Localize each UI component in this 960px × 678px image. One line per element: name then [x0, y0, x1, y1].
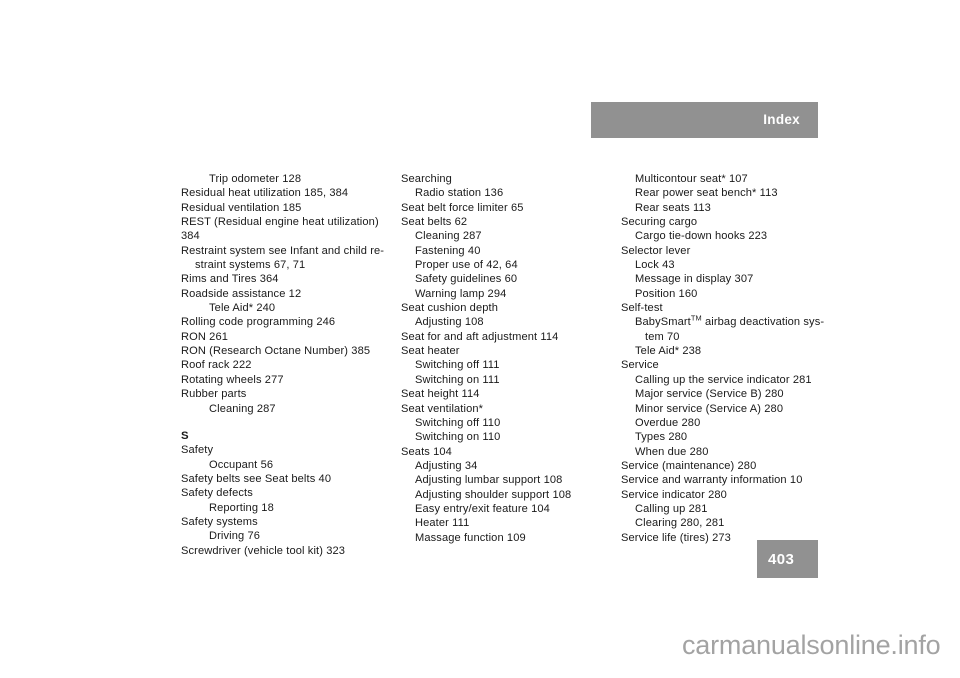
index-entry: Calling up the service indicator 281 [635, 373, 812, 386]
index-entry: Cleaning 287 [209, 402, 276, 415]
index-entry: Adjusting 34 [415, 459, 478, 472]
index-entry: Radio station 136 [415, 187, 504, 200]
index-entry: Switching on 110 [415, 431, 501, 444]
index-entry: Calling up 281 [635, 502, 708, 515]
entry-text-continued: airbag deactivation sys- [701, 316, 825, 329]
index-entry: Switching off 111 [415, 359, 500, 372]
index-entry: Major service (Service B) 280 [635, 388, 784, 401]
index-entry: Searching [401, 173, 452, 185]
index-entry: Types 280 [635, 431, 688, 444]
index-header-tab: Index [591, 102, 818, 138]
index-entry: Residual heat utilization 185, 384 [181, 187, 349, 200]
index-entry: Rolling code programming 246 [181, 316, 336, 329]
index-entry: Heater 111 [415, 517, 470, 530]
index-entry: Trip odometer 128 [209, 173, 302, 185]
index-entry: Easy entry/exit feature 104 [415, 502, 550, 515]
index-entry: Screwdriver (vehicle tool kit) 323 [181, 544, 346, 557]
index-entry: Selector lever [621, 244, 691, 257]
index-entry: Tele Aid* 240 [209, 302, 276, 315]
index-entry: Occupant 56 [209, 458, 274, 471]
index-entry: When due 280 [635, 445, 709, 458]
index-entry: Roof rack 222 [181, 359, 252, 372]
index-entry: Safety guidelines 60 [415, 273, 518, 286]
index-entry: Seat cushion depth [401, 302, 498, 315]
index-entry: BabySmartTM airbag deactivation sys- [621, 315, 835, 329]
index-entry: tem 70 [645, 330, 680, 343]
index-entry: Self-test [621, 302, 663, 315]
index-entry: Cargo tie-down hooks 223 [635, 230, 768, 243]
index-entry: Safety systems [181, 515, 258, 528]
index-entry: Warning lamp 294 [415, 287, 507, 300]
index-entry: Driving 76 [209, 530, 261, 543]
index-entry: Service and warranty information 10 [621, 474, 803, 487]
index-entry: Service (maintenance) 280 [621, 459, 757, 472]
index-entry: Safety [181, 444, 214, 457]
index-section-letter: S [181, 429, 189, 442]
index-entry: Seat belt force limiter 65 [401, 201, 524, 214]
index-entry: Adjusting lumbar support 108 [415, 474, 563, 487]
index-entry: Rear power seat bench* 113 [635, 187, 778, 200]
index-entry: Service [621, 359, 659, 372]
index-entry: Overdue 280 [635, 416, 701, 429]
index-entry: Fastening 40 [415, 244, 481, 257]
index-entry: Seat height 114 [401, 388, 480, 401]
index-entry: Adjusting shoulder support 108 [415, 488, 572, 501]
index-entry: Seat belts 62 [401, 216, 468, 229]
index-entry: Rims and Tires 364 [181, 273, 279, 286]
index-entry: Rear seats 113 [635, 201, 711, 214]
index-entry: Safety defects [181, 487, 253, 500]
index-entry: Seat ventilation* [401, 402, 484, 415]
index-entry: RON (Research Octane Number) 385 [181, 345, 371, 358]
index-entry: Reporting 18 [209, 501, 274, 514]
index-entry: Message in display 307 [635, 273, 754, 286]
index-entry: Seats 104 [401, 445, 452, 458]
index-entry: Cleaning 287 [415, 230, 482, 243]
index-entry: Service indicator 280 [621, 488, 727, 501]
index-entry: straint systems 67, 71 [195, 259, 306, 272]
index-entry: Proper use of 42, 64 [415, 259, 518, 272]
index-entry: Residual ventilation 185 [181, 201, 302, 214]
page-number-value: 403 [768, 550, 795, 568]
index-entry: Adjusting 108 [415, 316, 484, 329]
index-entry: Tele Aid* 238 [635, 345, 702, 358]
index-entry: Multicontour seat* 107 [635, 173, 748, 185]
index-entry: Seat heater [401, 345, 460, 358]
index-entry: Switching on 111 [415, 373, 500, 386]
index-entry: RON 261 [181, 330, 229, 343]
entry-text: BabySmart [635, 316, 691, 329]
index-entry: REST (Residual engine heat utilization) … [181, 216, 382, 243]
index-entry: Switching off 110 [415, 416, 501, 429]
trademark-superscript: TM [690, 313, 702, 323]
site-watermark: carmanualsonline.info [682, 630, 941, 660]
index-column-3: Multicontour seat* 107 Rear power seat be… [621, 172, 835, 545]
index-entry: Position 160 [635, 287, 698, 300]
index-entry: Roadside assistance 12 [181, 287, 302, 300]
index-entry: Restraint system see Infant and child re… [181, 244, 385, 257]
manual-page: Index Trip odometer 128 Residual heat uti… [0, 0, 960, 678]
index-column-2: Searching Radio station 136 Seat belt forc… [401, 172, 615, 545]
index-entry: Lock 43 [635, 259, 675, 272]
index-entry: Rubber parts [181, 388, 247, 401]
index-entry: Seat for and aft adjustment 114 [401, 330, 559, 343]
index-column-1: Trip odometer 128 Residual heat utilizati… [181, 172, 395, 558]
index-columns: Trip odometer 128 Residual heat utilizati… [181, 172, 841, 557]
index-entry: Clearing 280, 281 [635, 517, 725, 530]
page-number-tab: 403 [757, 540, 818, 578]
index-entry: Safety belts see Seat belts 40 [181, 472, 332, 485]
index-entry: Minor service (Service A) 280 [635, 402, 784, 415]
index-header-title: Index [763, 112, 800, 128]
index-entry: Rotating wheels 277 [181, 373, 284, 386]
index-entry: Massage function 109 [415, 531, 526, 544]
index-entry: Securing cargo [621, 216, 698, 229]
